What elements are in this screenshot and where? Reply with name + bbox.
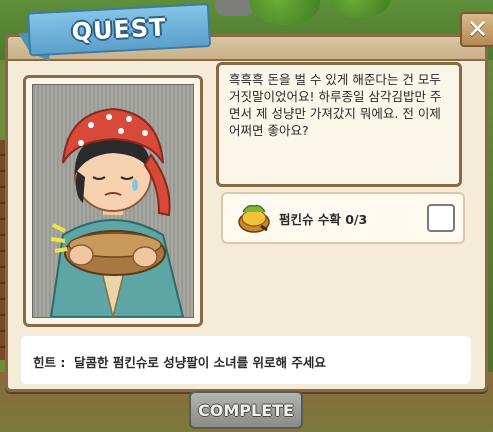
close-x-icon: ✕ bbox=[466, 14, 489, 45]
quest-dialog: 흑흑흑 돈을 벌 수 있게 해준다는 건 모두 거짓말이었어요! 하루종일 삼각… bbox=[5, 34, 488, 392]
match-girl-character bbox=[49, 107, 185, 317]
complete-button[interactable]: COMPLETE bbox=[189, 391, 303, 429]
close-button[interactable]: ✕ bbox=[460, 12, 493, 47]
complete-button-label: COMPLETE bbox=[198, 400, 294, 420]
portrait-background bbox=[32, 84, 194, 318]
character-portrait bbox=[23, 75, 203, 327]
speech-box: 흑흑흑 돈을 벌 수 있게 해준다는 건 모두 거짓말이었어요! 하루종일 삼각… bbox=[216, 62, 462, 187]
hint-box: 힌트 : 달콤한 펌킨슈로 성냥팔이 소녀를 위로해 주세요 bbox=[21, 336, 471, 384]
hint-text: 힌트 : 달콤한 펌킨슈로 성냥팔이 소녀를 위로해 주세요 bbox=[33, 355, 326, 370]
task-row: 펌킨슈 수확 0/3 bbox=[221, 192, 465, 244]
background-rock bbox=[215, 0, 255, 16]
speech-text: 흑흑흑 돈을 벌 수 있게 해준다는 건 모두 거짓말이었어요! 하루종일 삼각… bbox=[229, 72, 442, 138]
banner-title: QUEST bbox=[70, 13, 168, 47]
task-checkbox bbox=[427, 204, 455, 232]
pumpkin-pie-icon bbox=[238, 205, 270, 233]
task-label: 펌킨슈 수확 0/3 bbox=[279, 212, 368, 227]
quest-banner: QUEST bbox=[19, 1, 212, 55]
